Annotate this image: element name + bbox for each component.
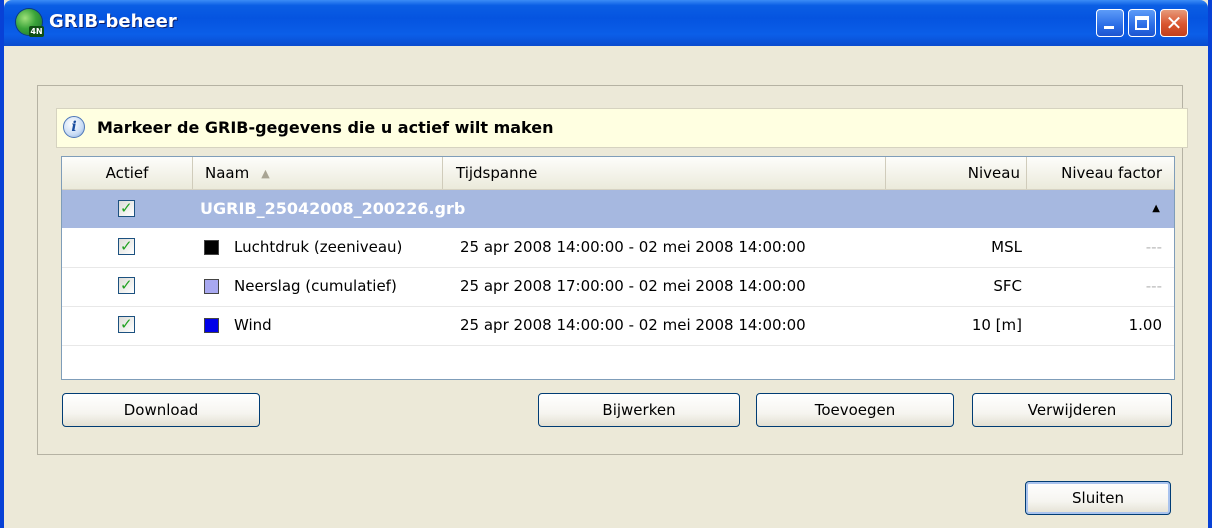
checkmark-icon: ✓ <box>120 276 133 294</box>
row-tijdspanne: 25 apr 2008 17:00:00 - 02 mei 2008 14:00… <box>460 277 806 295</box>
row-tijdspanne: 25 apr 2008 14:00:00 - 02 mei 2008 14:00… <box>460 238 806 256</box>
column-header-tijdspanne[interactable]: Tijdspanne <box>444 157 886 189</box>
row-niveau: SFC <box>993 277 1022 295</box>
group-checkbox[interactable]: ✓ <box>118 199 135 217</box>
column-header-niveau-factor[interactable]: Niveau factor <box>1028 157 1168 189</box>
column-header-niveau-label: Niveau <box>967 164 1020 182</box>
minimize-button[interactable] <box>1096 9 1124 37</box>
checkmark-icon: ✓ <box>120 237 133 255</box>
column-header-actief-label: Actief <box>105 164 149 182</box>
table-row[interactable]: ✓ Neerslag (cumulatief) 25 apr 2008 17:0… <box>62 267 1174 307</box>
row-name: Luchtdruk (zeeniveau) <box>234 238 403 256</box>
row-checkbox[interactable]: ✓ <box>118 237 135 255</box>
download-button[interactable]: Download <box>62 393 260 427</box>
title-bar[interactable]: 4N GRIB-beheer ✕ <box>4 0 1208 46</box>
verwijderen-button[interactable]: Verwijderen <box>972 393 1172 427</box>
checkmark-icon: ✓ <box>120 315 133 333</box>
color-swatch[interactable] <box>204 240 219 255</box>
bijwerken-button[interactable]: Bijwerken <box>538 393 740 427</box>
row-checkbox[interactable]: ✓ <box>118 315 135 333</box>
table-row[interactable]: ✓ Wind 25 apr 2008 14:00:00 - 02 mei 200… <box>62 306 1174 346</box>
close-icon: ✕ <box>1165 11 1183 35</box>
toevoegen-button[interactable]: Toevoegen <box>756 393 954 427</box>
column-header-tijdspanne-label: Tijdspanne <box>456 164 538 182</box>
maximize-icon <box>1135 16 1149 30</box>
color-swatch[interactable] <box>204 318 219 333</box>
column-header-naam-label: Naam <box>205 164 250 182</box>
row-niveau: 10 [m] <box>971 316 1022 334</box>
window-title: GRIB-beheer <box>49 11 177 32</box>
column-header-niveau-factor-label: Niveau factor <box>1061 164 1162 182</box>
row-checkbox[interactable]: ✓ <box>118 276 135 294</box>
column-header-naam[interactable]: Naam ▲ <box>193 157 443 189</box>
info-banner: i Markeer de GRIB-gegevens die u actief … <box>56 108 1188 148</box>
close-button[interactable]: ✕ <box>1160 9 1188 37</box>
row-factor: --- <box>1145 238 1162 256</box>
minimize-icon <box>1104 26 1114 29</box>
row-factor: --- <box>1145 277 1162 295</box>
row-niveau: MSL <box>991 238 1022 256</box>
column-header-actief[interactable]: Actief <box>62 157 193 189</box>
group-file-name: UGRIB_25042008_200226.grb <box>200 199 466 218</box>
table-header: Actief Naam ▲ Tijdspanne Niveau Niveau fa… <box>62 157 1174 190</box>
table-row[interactable]: ✓ Luchtdruk (zeeniveau) 25 apr 2008 14:0… <box>62 228 1174 268</box>
sluiten-button[interactable]: Sluiten <box>1025 481 1171 515</box>
row-name: Wind <box>234 316 272 334</box>
row-factor: 1.00 <box>1128 316 1162 334</box>
info-icon: i <box>63 116 85 138</box>
column-header-niveau[interactable]: Niveau <box>887 157 1027 189</box>
grib-beheer-window: 4N GRIB-beheer ✕ i Markeer de GRIB-gegev… <box>0 0 1212 528</box>
app-globe-icon: 4N <box>16 9 44 37</box>
row-name: Neerslag (cumulatief) <box>234 277 397 295</box>
checkmark-icon: ✓ <box>120 199 133 217</box>
info-text: Markeer de GRIB-gegevens die u actief wi… <box>97 118 554 137</box>
color-swatch[interactable] <box>204 279 219 294</box>
app-icon-badge: 4N <box>29 26 44 37</box>
group-row[interactable]: ✓ UGRIB_25042008_200226.grb ▲ <box>62 190 1174 228</box>
sort-ascending-icon: ▲ <box>261 167 270 180</box>
row-tijdspanne: 25 apr 2008 14:00:00 - 02 mei 2008 14:00… <box>460 316 806 334</box>
collapse-arrow-icon[interactable]: ▲ <box>1152 190 1160 228</box>
maximize-button[interactable] <box>1128 9 1156 37</box>
grib-table[interactable]: Actief Naam ▲ Tijdspanne Niveau Niveau fa… <box>61 156 1175 380</box>
